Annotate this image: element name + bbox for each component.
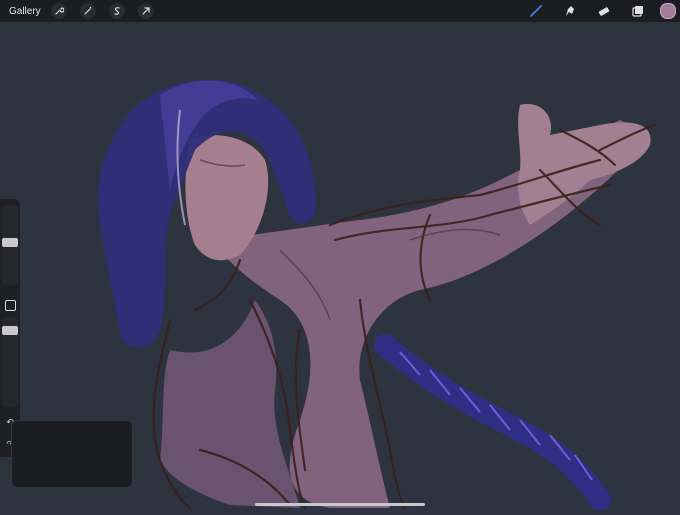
selection-icon bbox=[114, 7, 120, 15]
actions-button[interactable] bbox=[50, 3, 67, 19]
layers-button[interactable] bbox=[630, 3, 646, 19]
layers-icon bbox=[632, 6, 643, 17]
eraser-button[interactable] bbox=[596, 3, 612, 19]
tool-group bbox=[528, 0, 680, 22]
magic-wand-icon bbox=[84, 7, 91, 15]
toolbar: Gallery bbox=[0, 0, 680, 22]
brush-size-thumb[interactable] bbox=[2, 238, 18, 247]
transform-button[interactable] bbox=[137, 3, 154, 19]
color-swatch-button[interactable] bbox=[660, 3, 676, 19]
opacity-thumb[interactable] bbox=[2, 326, 18, 335]
smudge-icon bbox=[566, 6, 574, 16]
reference-panel[interactable] bbox=[11, 420, 133, 488]
selection-button[interactable] bbox=[108, 3, 125, 19]
adjustments-button[interactable] bbox=[79, 3, 96, 19]
gallery-button[interactable]: Gallery bbox=[9, 6, 41, 17]
wrench-icon bbox=[55, 7, 64, 15]
smudge-button[interactable] bbox=[562, 3, 578, 19]
side-toolbar: ↶ ↷ bbox=[0, 199, 20, 457]
home-indicator[interactable] bbox=[255, 503, 425, 506]
transform-arrow-icon bbox=[142, 7, 150, 15]
eraser-icon bbox=[598, 7, 610, 16]
brush-button[interactable] bbox=[528, 3, 544, 19]
square-icon[interactable] bbox=[5, 300, 16, 311]
brush-icon bbox=[530, 5, 542, 17]
